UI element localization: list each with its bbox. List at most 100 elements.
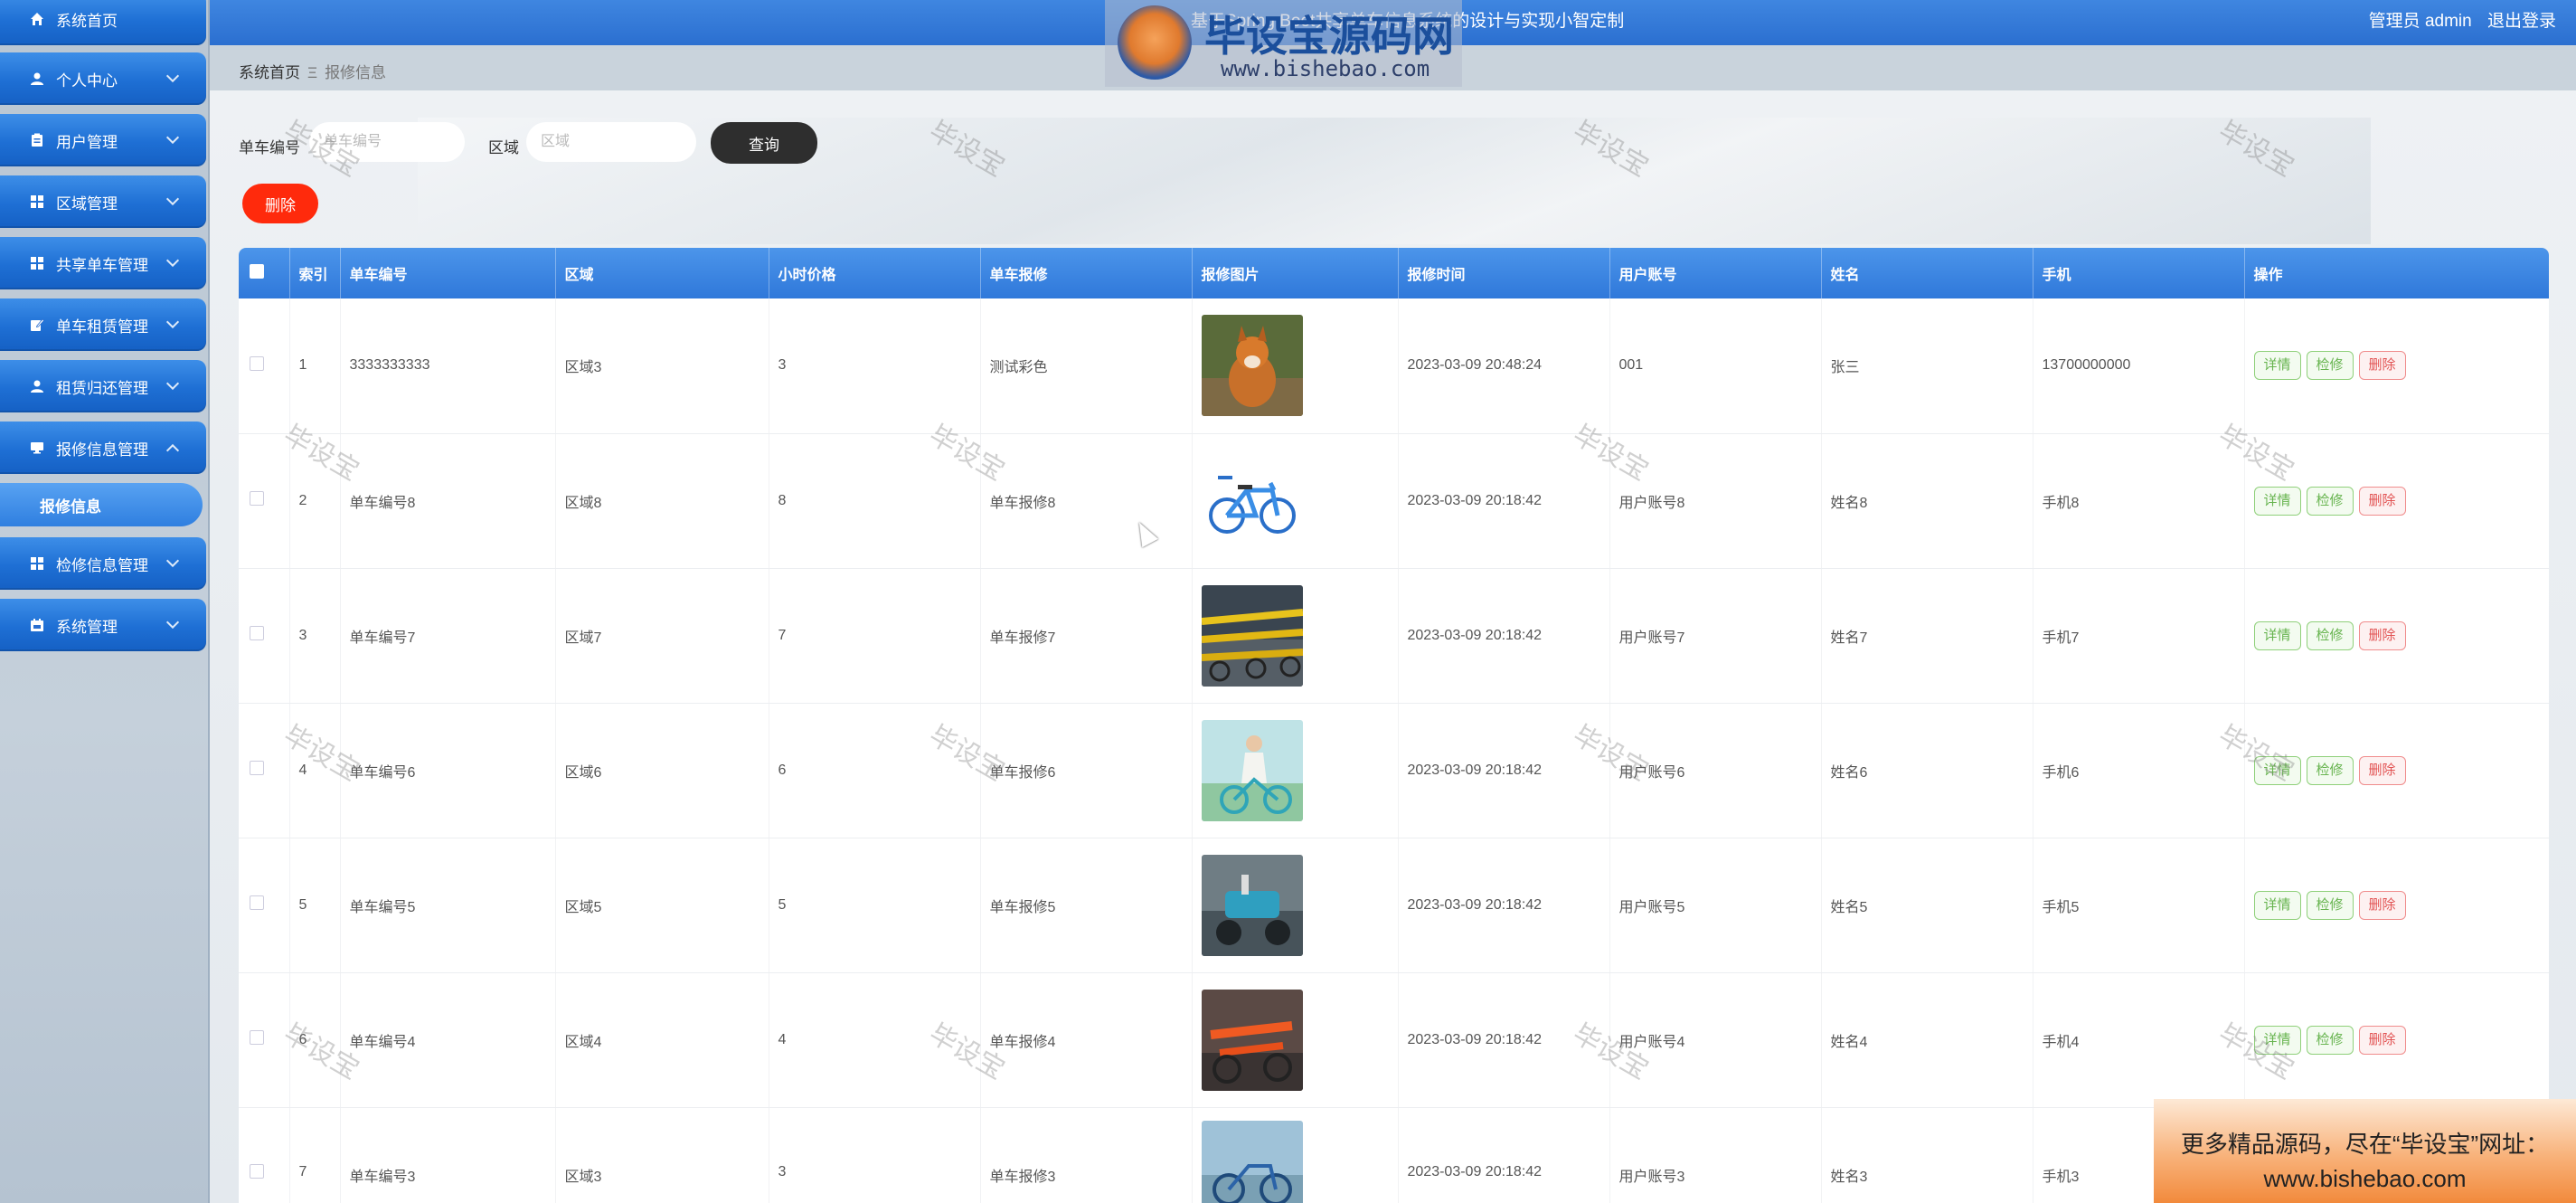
cell-phone: 手机6 xyxy=(2033,703,2245,838)
sidebar-item-return[interactable]: 租赁归还管理 xyxy=(0,360,206,412)
sidebar-item-repair[interactable]: 报修信息管理 xyxy=(0,422,206,474)
row-checkbox[interactable] xyxy=(250,895,264,910)
cell-repair: 单车报修4 xyxy=(980,972,1193,1108)
select-all-checkbox[interactable] xyxy=(250,263,264,279)
bike-no-label: 单车编号 xyxy=(239,139,300,156)
select-all-cell[interactable] xyxy=(239,248,290,298)
column-header: 索引 xyxy=(289,248,341,298)
detail-button[interactable]: 详情 xyxy=(2253,486,2301,516)
street-bike-photo[interactable] xyxy=(1201,1120,1303,1203)
row-checkbox[interactable] xyxy=(250,491,264,506)
bike-no-input[interactable] xyxy=(309,122,465,162)
rider-photo[interactable] xyxy=(1201,719,1303,821)
sidebar-item-label: 共享单车管理 xyxy=(56,256,148,274)
batch-delete-button[interactable]: 删除 xyxy=(242,184,318,223)
sidebar-item-users[interactable]: 用户管理 xyxy=(0,114,206,166)
cell-repair: 单车报修8 xyxy=(980,433,1193,569)
table-header-row: 索引 单车编号 区域 小时价格 单车报修 报修图片 报修时间 用户账号 姓名 手… xyxy=(239,248,2549,298)
cell-price: 8 xyxy=(769,433,981,569)
detail-button[interactable]: 详情 xyxy=(2253,351,2301,381)
chevron-down-icon xyxy=(165,376,180,391)
cell-time: 2023-03-09 20:18:42 xyxy=(1398,1107,1610,1203)
sidebar-item-inspection[interactable]: 检修信息管理 xyxy=(0,537,206,590)
column-header: 姓名 xyxy=(1821,248,2033,298)
cell-actions: 详情 检修 删除 xyxy=(2244,703,2549,838)
cell-area: 区域5 xyxy=(555,838,769,973)
cell-index: 1 xyxy=(289,298,341,434)
inspect-button[interactable]: 检修 xyxy=(2306,1025,2354,1055)
sidebar-subitem-repair-info[interactable]: 报修信息 xyxy=(0,483,203,526)
cell-price: 6 xyxy=(769,703,981,838)
cell-actions: 详情 检修 删除 xyxy=(2244,972,2549,1108)
header-user-area: 管理员 admin 退出登录 xyxy=(2358,7,2556,32)
delete-button[interactable]: 删除 xyxy=(2358,620,2406,650)
detail-button[interactable]: 详情 xyxy=(2253,1025,2301,1055)
sidebar-item-system[interactable]: 系统管理 xyxy=(0,599,206,651)
orange-bike-photo[interactable] xyxy=(1201,989,1303,1091)
sidebar-item-bikes[interactable]: 共享单车管理 xyxy=(0,237,206,289)
sidebar: 系统首页 个人中心 用户管理 区域管理 共享单车管理 单车租赁管理 租赁归还管理… xyxy=(0,0,210,1203)
sidebar-item-label: 系统首页 xyxy=(56,12,118,30)
inspect-button[interactable]: 检修 xyxy=(2306,620,2354,650)
table-row: 1 3333333333 区域3 3 测试彩色 2023-03-09 20:48… xyxy=(239,298,2549,434)
sidebar-item-label: 系统管理 xyxy=(56,618,118,636)
delete-button[interactable]: 删除 xyxy=(2358,486,2406,516)
row-checkbox[interactable] xyxy=(250,626,264,640)
row-checkbox[interactable] xyxy=(250,761,264,775)
delete-button[interactable]: 删除 xyxy=(2358,1025,2406,1055)
detail-button[interactable]: 详情 xyxy=(2253,755,2301,785)
inspect-button[interactable]: 检修 xyxy=(2306,351,2354,381)
cell-index: 6 xyxy=(289,972,341,1108)
row-checkbox[interactable] xyxy=(250,1163,264,1179)
cell-name: 张三 xyxy=(1821,298,2033,434)
sidebar-item-profile[interactable]: 个人中心 xyxy=(0,52,206,105)
detail-button[interactable]: 详情 xyxy=(2253,890,2301,920)
table-row: 5 单车编号5 区域5 5 单车报修5 2023-03-09 20:18:42 … xyxy=(239,838,2549,973)
sidebar-item-rental[interactable]: 单车租赁管理 xyxy=(0,298,206,351)
cell-phone: 13700000000 xyxy=(2033,298,2245,434)
delete-button[interactable]: 删除 xyxy=(2358,351,2406,381)
blue-bike-photo[interactable] xyxy=(1201,450,1303,552)
area-label: 区域 xyxy=(488,139,519,156)
table-row: 3 单车编号7 区域7 7 单车报修7 2023-03-09 20:18:42 xyxy=(239,568,2549,704)
logout-link[interactable]: 退出登录 xyxy=(2487,12,2556,31)
inspect-button[interactable]: 检修 xyxy=(2306,486,2354,516)
chevron-down-icon xyxy=(165,192,180,206)
delete-button[interactable]: 删除 xyxy=(2358,755,2406,785)
cell-repair: 单车报修7 xyxy=(980,568,1193,704)
cell-price: 5 xyxy=(769,838,981,973)
sidebar-item-home[interactable]: 系统首页 xyxy=(0,0,206,45)
ebike-photo[interactable] xyxy=(1201,854,1303,956)
sidebar-item-area[interactable]: 区域管理 xyxy=(0,175,206,228)
delete-button[interactable]: 删除 xyxy=(2358,890,2406,920)
breadcrumb-home[interactable]: 系统首页 xyxy=(239,64,300,81)
column-header: 单车报修 xyxy=(980,248,1193,298)
cell-time: 2023-03-09 20:18:42 xyxy=(1398,568,1610,704)
inspect-button[interactable]: 检修 xyxy=(2306,755,2354,785)
query-button[interactable]: 查询 xyxy=(711,122,817,164)
breadcrumb: 系统首页 Ξ 报修信息 xyxy=(239,60,386,82)
column-header: 报修图片 xyxy=(1192,248,1399,298)
breadcrumb-bar: 系统首页 Ξ 报修信息 xyxy=(210,45,2576,90)
fox-photo[interactable] xyxy=(1201,315,1303,417)
cell-actions: 详情 检修 删除 xyxy=(2244,433,2549,569)
cell-repair: 单车报修5 xyxy=(980,838,1193,973)
cell-area: 区域3 xyxy=(555,298,769,434)
bike-row-photo[interactable] xyxy=(1201,584,1303,687)
column-header: 用户账号 xyxy=(1609,248,1822,298)
cell-bike-no: 单车编号7 xyxy=(340,568,556,704)
promo-banner: 更多精品源码，尽在“毕设宝”网址： www.bishebao.com xyxy=(2154,1099,2576,1203)
row-checkbox[interactable] xyxy=(250,355,264,371)
detail-button[interactable]: 详情 xyxy=(2253,620,2301,650)
row-checkbox[interactable] xyxy=(250,1030,264,1045)
inspect-button[interactable]: 检修 xyxy=(2306,890,2354,920)
cell-bike-no: 单车编号6 xyxy=(340,703,556,838)
cell-name: 姓名3 xyxy=(1821,1107,2033,1203)
area-input[interactable] xyxy=(526,122,696,162)
cell-account: 用户账号3 xyxy=(1609,1107,1822,1203)
sidebar-item-label: 用户管理 xyxy=(56,133,118,151)
sidebar-item-label: 单车租赁管理 xyxy=(56,317,148,336)
chevron-down-icon xyxy=(165,130,180,145)
cell-time: 2023-03-09 20:18:42 xyxy=(1398,972,1610,1108)
cell-repair: 单车报修3 xyxy=(980,1107,1193,1203)
